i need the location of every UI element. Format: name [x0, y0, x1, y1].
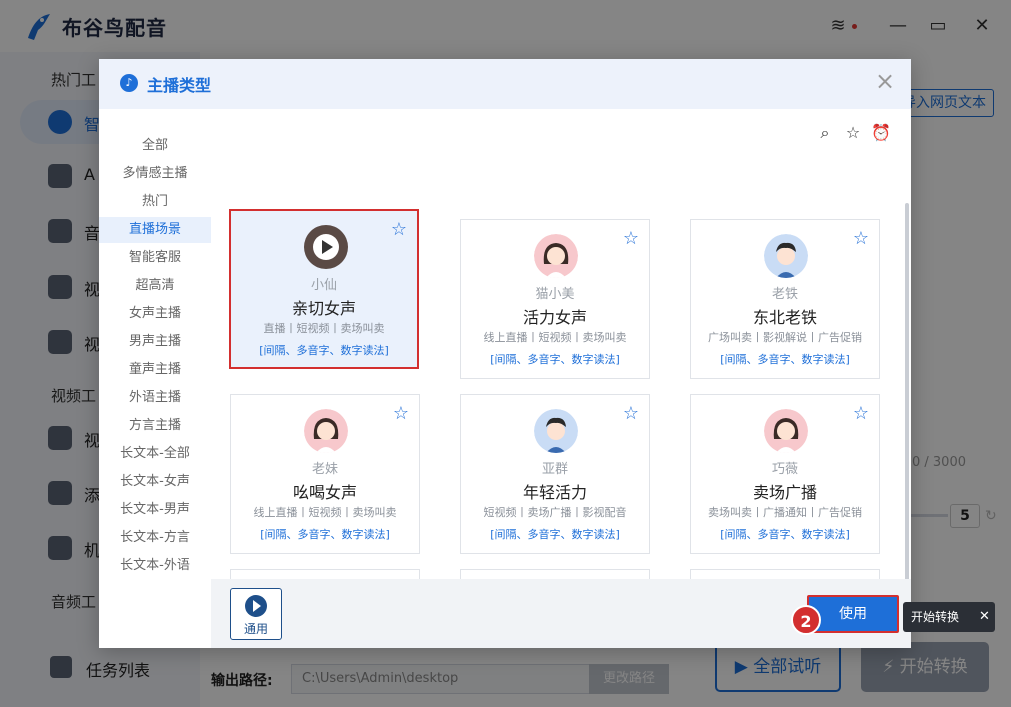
voice-nickname: 猫小美 [535, 287, 575, 302]
category-item[interactable]: 男声主播 [99, 329, 211, 355]
voice-features: [间隔、多音字、数字读法] [490, 528, 620, 541]
voice-features: [间隔、多音字、数字读法] [260, 528, 390, 541]
use-button[interactable]: 使用 [807, 595, 899, 633]
search-icon[interactable]: ⌕ [815, 123, 835, 143]
category-item[interactable]: 多情感主播 [99, 161, 211, 187]
category-item[interactable]: 全部 [99, 133, 211, 159]
step-badge: 2 [791, 605, 821, 635]
voice-features: [间隔、多音字、数字读法] [720, 353, 850, 366]
voice-name: 东北老铁 [752, 308, 817, 327]
star-icon[interactable]: ☆ [853, 403, 869, 424]
scrollbar[interactable] [905, 203, 909, 579]
tooltip-text: 开始转换 [911, 610, 960, 624]
voice-name: 活力女声 [522, 308, 587, 327]
dialog-header: ♪ 主播类型 × [99, 59, 911, 109]
voice-card[interactable]: ☆ [230, 569, 420, 579]
voice-card[interactable]: ☆ 亚群 年轻活力 短视频丨卖场广播丨影视配音 [间隔、多音字、数字读法] [460, 394, 650, 554]
voice-tags: 短视频丨卖场广播丨影视配音 [483, 506, 627, 519]
star-icon[interactable]: ☆ [623, 403, 639, 424]
voice-nickname: 巧薇 [771, 462, 798, 477]
voice-name: 吆喝女声 [292, 483, 357, 502]
category-item[interactable]: 女声主播 [99, 301, 211, 327]
avatar-male [764, 234, 808, 278]
voice-features: [间隔、多音字、数字读法] [720, 528, 850, 541]
tooltip: 开始转换 ✕ [903, 602, 995, 632]
star-icon[interactable]: ☆ [391, 219, 407, 240]
general-button[interactable]: 通用 [230, 588, 282, 640]
category-item[interactable]: 长文本-男声 [99, 497, 211, 523]
category-item[interactable]: 长文本-外语 [99, 553, 211, 579]
category-list: 全部 多情感主播 热门 直播场景 智能客服 超高清 女声主播 男声主播 童声主播… [99, 109, 211, 648]
voice-name: 亲切女声 [291, 299, 356, 318]
category-item[interactable]: 热门 [99, 189, 211, 215]
avatar-male [534, 409, 578, 453]
star-icon[interactable]: ☆ [843, 123, 863, 143]
voice-card[interactable]: ☆ 小仙 亲切女声 直播丨短视频丨卖场叫卖 [间隔、多音字、数字读法] [229, 209, 419, 369]
voice-card[interactable]: ☆ [690, 569, 880, 579]
category-item[interactable]: 童声主播 [99, 357, 211, 383]
play-icon [245, 595, 267, 617]
voice-card[interactable]: ☆ 老铁 东北老铁 广场叫卖丨影视解说丨广告促销 [间隔、多音字、数字读法] [690, 219, 880, 379]
category-item[interactable]: 长文本-方言 [99, 525, 211, 551]
category-item-active[interactable]: 直播场景 [99, 217, 211, 243]
avatar-female [764, 409, 808, 453]
voice-grid-area: ⌕ ☆ ⏰ ☆ 小仙 亲切女声 直播丨短视频丨卖场叫卖 [间隔、多音字、数字读法… [211, 109, 911, 579]
play-icon[interactable] [304, 225, 348, 269]
close-icon[interactable]: × [873, 67, 897, 95]
voice-card[interactable]: ☆ [460, 569, 650, 579]
dialog-title: 主播类型 [147, 76, 212, 95]
voice-card[interactable]: ☆ 老妹 吆喝女声 线上直播丨短视频丨卖场叫卖 [间隔、多音字、数字读法] [230, 394, 420, 554]
avatar-female [304, 409, 348, 453]
voice-name: 年轻活力 [522, 483, 587, 502]
voice-tags: 直播丨短视频丨卖场叫卖 [263, 322, 385, 335]
anchor-type-dialog: ♪ 主播类型 × 全部 多情感主播 热门 直播场景 智能客服 超高清 女声主播 … [99, 59, 911, 648]
avatar-female [534, 234, 578, 278]
voice-name: 卖场广播 [752, 483, 817, 502]
voice-card[interactable]: ☆ 巧薇 卖场广播 卖场叫卖丨广播通知丨广告促销 [间隔、多音字、数字读法] [690, 394, 880, 554]
category-item[interactable]: 超高清 [99, 273, 211, 299]
voice-nickname: 老妹 [311, 462, 338, 477]
voice-nickname: 老铁 [771, 287, 798, 302]
close-icon[interactable]: ✕ [979, 602, 990, 632]
history-icon[interactable]: ⏰ [871, 123, 891, 143]
general-label: 通用 [243, 622, 268, 636]
voice-features: [间隔、多音字、数字读法] [490, 353, 620, 366]
voice-features: [间隔、多音字、数字读法] [259, 344, 389, 357]
category-item[interactable]: 方言主播 [99, 413, 211, 439]
voice-tags: 线上直播丨短视频丨卖场叫卖 [253, 506, 397, 519]
star-icon[interactable]: ☆ [623, 228, 639, 249]
category-item[interactable]: 长文本-女声 [99, 469, 211, 495]
star-icon[interactable]: ☆ [393, 403, 409, 424]
music-note-icon: ♪ [120, 74, 138, 92]
voice-tags: 卖场叫卖丨广播通知丨广告促销 [708, 506, 862, 519]
voice-nickname: 亚群 [541, 462, 568, 477]
voice-tags: 线上直播丨短视频丨卖场叫卖 [483, 331, 627, 344]
category-item[interactable]: 智能客服 [99, 245, 211, 271]
voice-card[interactable]: ☆ 猫小美 活力女声 线上直播丨短视频丨卖场叫卖 [间隔、多音字、数字读法] [460, 219, 650, 379]
star-icon[interactable]: ☆ [853, 228, 869, 249]
voice-tags: 广场叫卖丨影视解说丨广告促销 [708, 331, 862, 344]
category-item[interactable]: 外语主播 [99, 385, 211, 411]
voice-nickname: 小仙 [310, 278, 337, 293]
category-item[interactable]: 长文本-全部 [99, 441, 211, 467]
